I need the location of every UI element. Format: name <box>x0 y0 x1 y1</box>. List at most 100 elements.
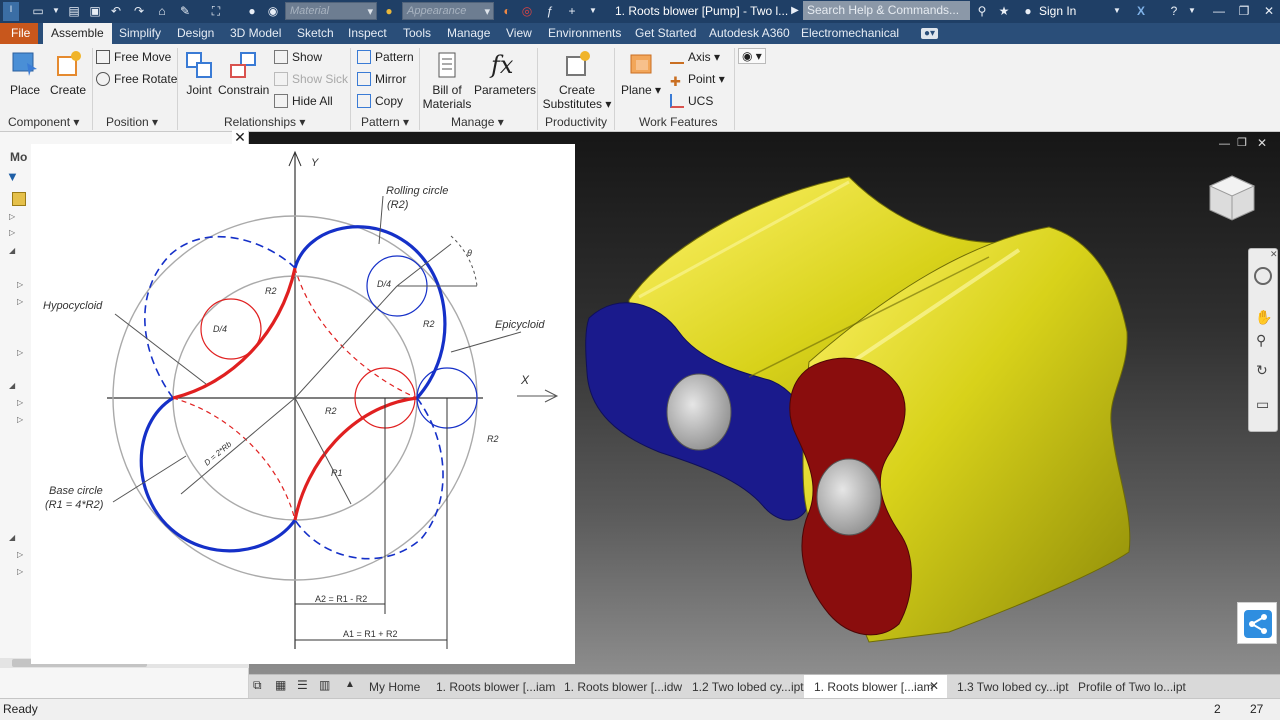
view-cube[interactable] <box>1206 172 1258 224</box>
appearance-combo[interactable]: Appearance ▾ <box>402 2 494 20</box>
orbit-icon[interactable]: ↻ <box>1256 362 1268 379</box>
signin-dropdown-icon[interactable]: ▼ <box>1110 4 1124 18</box>
update-icon[interactable]: ✎ <box>178 4 192 18</box>
parameters-button[interactable]: fx Parameters <box>474 49 536 97</box>
pan-icon[interactable]: ✋ <box>1255 309 1272 326</box>
tab-environments[interactable]: Environments <box>548 26 621 40</box>
blue-shaft[interactable] <box>666 373 732 451</box>
expand-icon[interactable]: ▷ <box>9 212 15 221</box>
exchange-x-icon[interactable]: X <box>1134 4 1148 18</box>
panel-options-icon[interactable]: ●▾ <box>921 28 939 39</box>
doc-tab[interactable]: 1.2 Two lobed cy...ipt <box>692 680 804 694</box>
tile-vertical-icon[interactable]: ▥ <box>319 678 330 692</box>
fx-icon[interactable]: ƒ <box>543 4 557 18</box>
favorites-star-icon[interactable]: ★ <box>997 4 1011 18</box>
tab-autodesk-a360[interactable]: Autodesk A360 <box>709 26 790 40</box>
doc-tab[interactable]: 1.3 Two lobed cy...ipt <box>957 680 1069 694</box>
collapse-icon[interactable]: ◢ <box>9 381 15 390</box>
pattern-button[interactable]: Pattern <box>357 50 414 64</box>
filter-icon[interactable]: ▼ <box>6 169 19 184</box>
color-dots-icon[interactable]: ● <box>245 4 259 18</box>
new-file-icon[interactable]: ▭ <box>31 4 45 18</box>
viewport-restore-icon[interactable]: ❐ <box>1237 136 1247 149</box>
binoculars-icon[interactable]: ⚲ <box>975 4 989 18</box>
appearance-icon[interactable]: ● <box>382 4 396 18</box>
expand-icon[interactable]: ▷ <box>17 550 23 559</box>
show-button[interactable]: Show <box>274 50 322 64</box>
save-icon[interactable]: ▣ <box>88 4 102 18</box>
expand-icon[interactable]: ▷ <box>17 280 23 289</box>
close-tab-icon[interactable]: ✕ <box>929 679 939 693</box>
assembly-icon[interactable] <box>12 192 26 206</box>
navbar-close-icon[interactable]: ✕ <box>1270 249 1278 260</box>
undo-icon[interactable]: ↶ <box>109 4 123 18</box>
share-button[interactable] <box>1237 602 1277 644</box>
copy-button[interactable]: Copy <box>357 94 403 108</box>
user-icon[interactable]: ● <box>1021 4 1035 18</box>
free-rotate-button[interactable]: Free Rotate <box>96 72 177 86</box>
expand-icon[interactable]: ▷ <box>17 348 23 357</box>
help-dropdown-icon[interactable]: ▼ <box>1185 4 1199 18</box>
sign-in-link[interactable]: Sign In <box>1039 4 1076 18</box>
search-input[interactable]: Search Help & Commands... <box>803 1 970 20</box>
tab-3d-model[interactable]: 3D Model <box>230 26 281 40</box>
tab-view[interactable]: View <box>506 26 532 40</box>
open-icon[interactable]: ▤ <box>67 4 81 18</box>
help-icon[interactable]: ? <box>1167 4 1181 18</box>
cascade-icon[interactable]: ⧉ <box>253 678 262 693</box>
crosshair-icon[interactable]: + <box>565 4 579 18</box>
app-logo-icon[interactable]: I <box>3 2 19 21</box>
axis-button[interactable]: Axis ▾ <box>670 50 720 64</box>
select-icon[interactable]: ⛶ <box>209 4 223 18</box>
tile-icon[interactable]: ▦ <box>275 678 286 692</box>
tab-my-home[interactable]: My Home <box>369 680 420 694</box>
expand-icon[interactable]: ▷ <box>17 415 23 424</box>
close-picture-icon[interactable]: ✕ <box>232 130 248 144</box>
tab-inspect[interactable]: Inspect <box>348 26 387 40</box>
plane-button[interactable]: Plane ▾ <box>620 49 662 97</box>
expand-icon[interactable]: ▷ <box>17 398 23 407</box>
show-sick-button[interactable]: Show Sick <box>274 72 348 86</box>
restore-icon[interactable]: ❐ <box>1237 4 1251 18</box>
panel-menu-dropdown[interactable]: ◉ ▾ <box>738 48 766 64</box>
tab-sketch[interactable]: Sketch <box>297 26 334 40</box>
new-dropdown-icon[interactable]: ▼ <box>49 4 63 18</box>
material-combo[interactable]: Material ▾ <box>285 2 377 20</box>
customize-qat-icon[interactable]: ▼ <box>586 4 600 18</box>
create-substitutes-button[interactable]: Create Substitutes ▾ <box>542 49 612 111</box>
tile-horizontal-icon[interactable]: ☰ <box>297 678 308 692</box>
tab-assemble[interactable]: Assemble <box>43 23 112 44</box>
ucs-button[interactable]: UCS <box>670 94 713 108</box>
redo-icon[interactable]: ↷ <box>132 4 146 18</box>
viewport-close-icon[interactable]: ✕ <box>1257 136 1267 150</box>
pattern-panel-label[interactable]: Pattern ▾ <box>361 115 409 129</box>
expand-icon[interactable]: ▷ <box>17 567 23 576</box>
look-at-icon[interactable]: ▭ <box>1256 396 1269 413</box>
zoom-icon[interactable]: ⚲ <box>1256 332 1266 349</box>
collapse-icon[interactable]: ◢ <box>9 533 15 542</box>
home-icon[interactable]: ⌂ <box>155 4 169 18</box>
tab-tools[interactable]: Tools <box>403 26 431 40</box>
point-button[interactable]: ✚ Point ▾ <box>670 72 725 89</box>
expand-arrow-icon[interactable]: ▶ <box>788 4 802 18</box>
adjust-icon[interactable]: ◐ <box>500 4 514 18</box>
tab-electromechanical[interactable]: Electromechanical <box>801 26 899 40</box>
doc-tab[interactable]: Profile of Two lo...ipt <box>1078 680 1186 694</box>
close-window-icon[interactable]: ✕ <box>1262 4 1276 18</box>
manage-panel-label[interactable]: Manage ▾ <box>451 115 504 129</box>
tab-manage[interactable]: Manage <box>447 26 490 40</box>
relationships-panel-label[interactable]: Relationships ▾ <box>224 115 305 129</box>
sphere-icon[interactable]: ◉ <box>266 4 280 18</box>
red-shaft[interactable] <box>816 458 882 536</box>
steering-wheel-icon[interactable] <box>1254 267 1272 285</box>
clear-appearance-icon[interactable]: ◎ <box>520 4 534 18</box>
tab-design[interactable]: Design <box>177 26 214 40</box>
expand-icon[interactable]: ▷ <box>17 297 23 306</box>
place-button[interactable]: Place <box>5 49 45 97</box>
collapse-icon[interactable]: ◢ <box>9 246 15 255</box>
mirror-button[interactable]: Mirror <box>357 72 406 86</box>
doc-tab-active[interactable]: 1. Roots blower [...iam ✕ <box>804 675 947 699</box>
create-component-button[interactable]: Create <box>49 49 87 97</box>
position-panel-label[interactable]: Position ▾ <box>106 115 158 129</box>
arrange-up-icon[interactable]: ▲ <box>345 679 355 690</box>
